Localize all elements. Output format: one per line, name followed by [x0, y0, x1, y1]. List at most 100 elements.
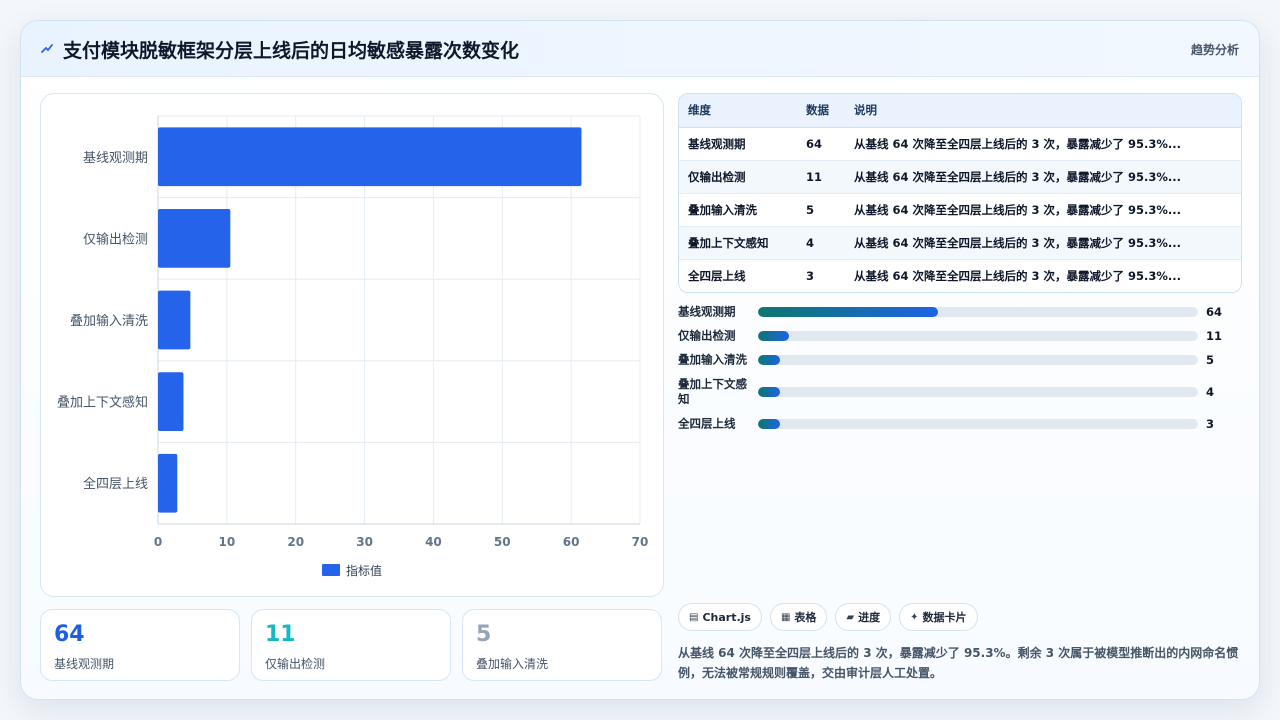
- y-category-label: 叠加输入清洗: [70, 313, 148, 329]
- trend-analysis-tag[interactable]: 趋势分析: [1191, 41, 1239, 58]
- progress-track: [758, 307, 1198, 317]
- progress-value: 64: [1206, 305, 1223, 319]
- bar: [158, 290, 191, 350]
- progress-fill: [758, 387, 780, 397]
- x-tick-label: 60: [563, 535, 580, 549]
- table-cell: 仅输出检测: [679, 160, 797, 194]
- y-category-label: 全四层上线: [83, 476, 148, 492]
- tech-chips: ▤ Chart.js ▦ 表格 ▰ 进度 ✦ 数据卡片: [678, 603, 978, 631]
- legend-swatch: [322, 564, 340, 576]
- progress-track: [758, 419, 1198, 429]
- table-cell: 从基线 64 次降至全四层上线后的 3 次，暴露减少了 95.3%...: [845, 226, 1241, 260]
- table-header-row: 维度 数据 说明: [679, 94, 1241, 128]
- column-header: 数据: [797, 94, 845, 128]
- bar-chart-panel: 0 10 20 30 40 50 60 70 基线观测期仅输出检测叠加输入清洗叠加上下文感知全四…: [40, 93, 664, 597]
- progress-row: 全四层上线 3: [678, 412, 1242, 436]
- x-tick-label: 40: [425, 535, 442, 549]
- y-category-label: 仅输出检测: [83, 231, 148, 247]
- kpi-value: 11: [265, 622, 296, 647]
- progress-icon: ▰: [846, 611, 855, 623]
- table-cell: 叠加输入清洗: [679, 193, 797, 227]
- x-tick-label: 0: [154, 535, 162, 549]
- column-header: 维度: [679, 94, 797, 128]
- chip-chartjs[interactable]: ▤ Chart.js: [678, 603, 762, 631]
- sparkle-icon: ✦: [910, 611, 919, 623]
- bar-chart: 0 10 20 30 40 50 60 70 基线观测期仅输出检测叠加输入清洗叠加上下文感知全四…: [57, 115, 649, 549]
- progress-fill: [758, 307, 939, 317]
- chart-legend[interactable]: 指标值: [322, 562, 382, 578]
- summary-text: 从基线 64 次降至全四层上线后的 3 次，暴露减少了 95.3%。剩余 3 次…: [678, 646, 1239, 680]
- kpi-value: 64: [54, 622, 85, 647]
- chip-data-cards[interactable]: ✦ 数据卡片: [899, 603, 978, 631]
- table-row: 叠加输入清洗 5 从基线 64 次降至全四层上线后的 3 次，暴露减少了 95.…: [679, 193, 1241, 227]
- table-cell: 从基线 64 次降至全四层上线后的 3 次，暴露减少了 95.3%...: [845, 160, 1241, 194]
- table-cell: 从基线 64 次降至全四层上线后的 3 次，暴露减少了 95.3%...: [845, 193, 1241, 227]
- table-cell: 3: [806, 268, 815, 283]
- y-category-label: 基线观测期: [83, 151, 148, 166]
- progress-fill: [758, 355, 780, 365]
- progress-fill: [758, 419, 780, 429]
- chip-label: Chart.js: [702, 610, 751, 624]
- table-cell: 从基线 64 次降至全四层上线后的 3 次，暴露减少了 95.3%...: [854, 268, 1182, 283]
- kpi-card-baseline: 64 基线观测期: [40, 609, 240, 681]
- legend-label: 指标值: [346, 563, 383, 578]
- table-cell: 从基线 64 次降至全四层上线后的 3 次，暴露减少了 95.3%...: [845, 127, 1241, 161]
- header: 支付模块脱敏框架分层上线后的日均敏感暴露次数变化 趋势分析: [21, 21, 1259, 77]
- dashboard-card: 支付模块脱敏框架分层上线后的日均敏感暴露次数变化 趋势分析 0 10 20 30 40 5…: [20, 20, 1260, 700]
- x-tick-label: 10: [219, 535, 236, 549]
- progress-fill: [758, 331, 789, 341]
- table-cell: 4: [797, 226, 845, 260]
- progress-row: 叠加上下文感知 4: [678, 377, 1242, 407]
- chip-label: 进度: [858, 611, 881, 624]
- x-tick-label: 20: [287, 535, 304, 549]
- table-icon: ▦: [780, 611, 791, 623]
- x-tick-label: 30: [356, 535, 373, 549]
- progress-label: 叠加输入清洗: [678, 352, 747, 367]
- kpi-label: 基线观测期: [54, 657, 115, 671]
- kpi-value: 5: [476, 622, 492, 647]
- page-title: 支付模块脱敏框架分层上线后的日均敏感暴露次数变化: [63, 40, 520, 62]
- bar: [158, 127, 582, 187]
- bar: [158, 372, 184, 431]
- table-row: 叠加上下文感知 4 从基线 64 次降至全四层上线后的 3 次，暴露减少了 95…: [679, 226, 1241, 260]
- table-row: 仅输出检测 11 从基线 64 次降至全四层上线后的 3 次，暴露减少了 95.…: [679, 160, 1241, 194]
- chip-progress[interactable]: ▰ 进度: [835, 603, 892, 631]
- progress-label: 仅输出检测: [678, 328, 736, 343]
- table-row: 基线观测期 64 从基线 64 次降至全四层上线后的 3 次，暴露减少了 95.…: [679, 127, 1241, 161]
- progress-row: 基线观测期 64: [678, 300, 1242, 324]
- table-cell: 全四层上线: [688, 268, 746, 283]
- bar: [158, 209, 231, 268]
- chart-icon: ▤: [689, 611, 699, 623]
- progress-track: [758, 331, 1198, 341]
- progress-value: 3: [1206, 417, 1215, 431]
- progress-value: 11: [1206, 329, 1223, 343]
- bar: [158, 453, 178, 513]
- chip-label: 数据卡片: [922, 611, 967, 624]
- table-cell: 11: [797, 160, 845, 194]
- chip-table[interactable]: ▦ 表格: [769, 603, 828, 631]
- progress-track: [758, 355, 1198, 365]
- progress-value: 4: [1206, 385, 1215, 399]
- trend-icon: [41, 44, 53, 53]
- progress-label: 叠加上下文感知: [678, 377, 747, 406]
- x-tick-label: 70: [632, 535, 649, 549]
- progress-label: 全四层上线: [678, 416, 736, 431]
- x-tick-label: 50: [494, 535, 511, 549]
- table-cell: 叠加上下文感知: [679, 226, 797, 260]
- data-table: 维度 数据 说明 基线观测期 64 从基线 64 次降至全四层上线后的 3 次，…: [678, 93, 1242, 293]
- progress-value: 5: [1206, 353, 1215, 367]
- y-category-label: 叠加上下文感知: [57, 395, 148, 411]
- progress-label: 基线观测期: [678, 304, 736, 319]
- column-header: 说明: [845, 94, 1241, 128]
- chip-label: 表格: [794, 611, 817, 624]
- table-cell: 基线观测期: [679, 127, 797, 161]
- progress-track: [758, 387, 1198, 397]
- table-cell: 5: [797, 193, 845, 227]
- progress-row: 仅输出检测 11: [678, 324, 1242, 348]
- table-cell: 64: [797, 127, 845, 161]
- kpi-card-input-cleaning: 5 叠加输入清洗: [462, 609, 662, 681]
- kpi-label: 叠加输入清洗: [476, 657, 549, 671]
- kpi-card-output-detection: 11 仅输出检测: [251, 609, 451, 681]
- kpi-label: 仅输出检测: [265, 657, 326, 671]
- progress-row: 叠加输入清洗 5: [678, 348, 1242, 372]
